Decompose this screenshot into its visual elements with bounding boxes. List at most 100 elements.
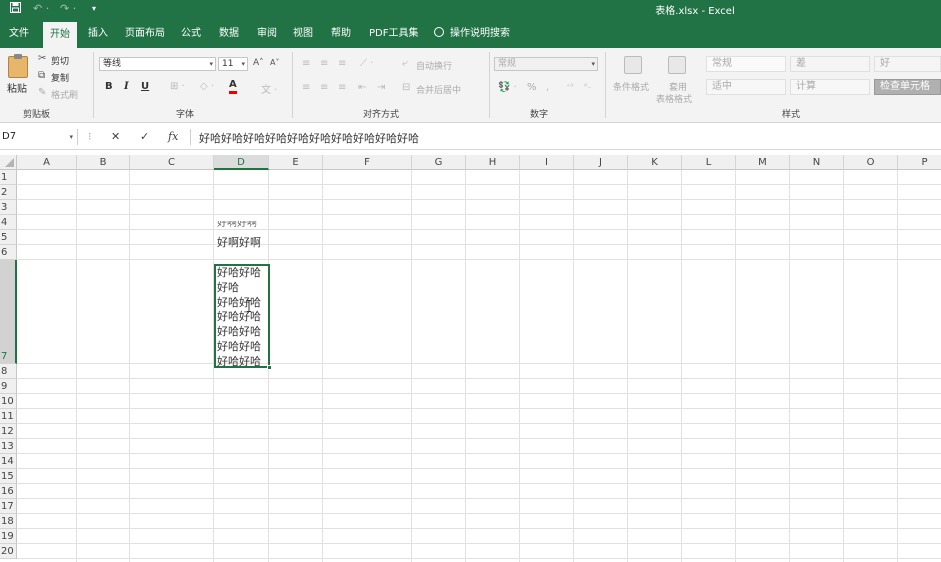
row-header-5[interactable]: 5 (0, 230, 17, 245)
copy-icon[interactable]: ⧉ (38, 70, 45, 81)
format-painter-icon[interactable]: ✎ (38, 87, 46, 98)
increase-indent-icon[interactable]: ⇥ (377, 82, 385, 93)
cut-button[interactable]: 剪切 (51, 54, 69, 67)
paste-icon[interactable] (8, 54, 28, 78)
decrease-font-icon[interactable]: A˅ (270, 58, 279, 67)
underline-button[interactable]: U (141, 81, 149, 92)
column-header-m[interactable]: M (736, 155, 790, 170)
column-header-h[interactable]: H (466, 155, 520, 170)
column-header-n[interactable]: N (790, 155, 844, 170)
fill-color-icon[interactable]: ◇ · (200, 81, 214, 92)
align-bottom-icon[interactable]: ≡ (338, 58, 346, 69)
currency-icon[interactable]: 💱 · (498, 82, 517, 93)
decrease-decimal-icon[interactable]: ⁰₋ (584, 82, 591, 91)
row-header-15[interactable]: 15 (0, 469, 17, 484)
paste-button[interactable]: 粘贴 (7, 80, 27, 95)
column-header-p[interactable]: P (898, 155, 941, 170)
wrap-text-button[interactable]: 自动换行 (416, 59, 452, 72)
merge-center-button[interactable]: 合并后居中 (416, 83, 461, 96)
column-header-g[interactable]: G (412, 155, 466, 170)
style-bad[interactable]: 差 (790, 56, 870, 72)
wrap-text-icon[interactable]: ⤶ (402, 58, 408, 69)
column-header-l[interactable]: L (682, 155, 736, 170)
table-format-icon[interactable] (668, 56, 686, 74)
tab-help[interactable]: 帮助 (324, 19, 358, 48)
font-color-button[interactable]: A (229, 79, 237, 94)
enter-icon[interactable]: ✓ (140, 130, 149, 143)
percent-button[interactable]: % (527, 82, 537, 93)
align-left-icon[interactable]: ≡ (302, 82, 310, 93)
style-calculation[interactable]: 计算 (790, 79, 870, 95)
row-header-6[interactable]: 6 (0, 245, 17, 260)
row-header-16[interactable]: 16 (0, 484, 17, 499)
increase-font-icon[interactable]: A˄ (253, 58, 264, 68)
column-header-f[interactable]: F (323, 155, 412, 170)
style-neutral[interactable]: 适中 (706, 79, 786, 95)
scissors-icon[interactable]: ✂ (38, 53, 46, 64)
row-header-2[interactable]: 2 (0, 185, 17, 200)
column-header-k[interactable]: K (628, 155, 682, 170)
row-header-13[interactable]: 13 (0, 439, 17, 454)
bold-button[interactable]: B (105, 81, 113, 92)
column-header-d[interactable]: D (214, 155, 269, 170)
column-header-j[interactable]: J (574, 155, 628, 170)
cell-d4[interactable]: 好啊好啊 (217, 221, 257, 230)
conditional-format-button[interactable]: 条件格式 (613, 80, 649, 93)
align-center-icon[interactable]: ≡ (320, 82, 328, 93)
phonetic-icon[interactable]: 文 · (261, 81, 277, 96)
column-header-o[interactable]: O (844, 155, 898, 170)
row-header-14[interactable]: 14 (0, 454, 17, 469)
orientation-icon[interactable]: ⟋ · (360, 58, 373, 69)
table-format-button-line2[interactable]: 表格格式 (656, 92, 692, 105)
formula-input[interactable]: 好哈好哈好哈好哈好哈好哈好哈好哈好哈好哈 (199, 130, 419, 146)
row-header-7[interactable]: 7 (0, 260, 17, 364)
format-painter-button[interactable]: 格式刷 (51, 88, 78, 101)
tab-view[interactable]: 视图 (286, 19, 320, 48)
italic-button[interactable]: I (124, 81, 129, 92)
conditional-format-icon[interactable] (624, 56, 642, 74)
style-check-cell[interactable]: 检查单元格 (874, 79, 941, 95)
copy-button[interactable]: 复制 (51, 71, 69, 84)
align-right-icon[interactable]: ≡ (338, 82, 346, 93)
tab-file[interactable]: 文件 (2, 19, 36, 48)
column-header-e[interactable]: E (269, 155, 323, 170)
row-header-11[interactable]: 11 (0, 409, 17, 424)
comma-icon[interactable]: , (546, 82, 549, 93)
insert-function-icon[interactable]: fx (168, 130, 178, 143)
tab-formulas[interactable]: 公式 (174, 19, 208, 48)
cell-d5[interactable]: 好啊好啊 (217, 235, 261, 250)
row-header-20[interactable]: 20 (0, 544, 17, 559)
column-header-i[interactable]: I (520, 155, 574, 170)
row-header-19[interactable]: 19 (0, 529, 17, 544)
increase-decimal-icon[interactable]: ⁺⁰ (566, 82, 573, 91)
align-top-icon[interactable]: ≡ (302, 58, 310, 69)
tab-home[interactable]: 开始 (43, 22, 77, 48)
style-normal[interactable]: 常规 (706, 56, 786, 72)
tab-data[interactable]: 数据 (212, 19, 246, 48)
font-name-select[interactable]: 等线 ▾ (99, 57, 216, 71)
decrease-indent-icon[interactable]: ⇤ (358, 82, 366, 93)
style-good[interactable]: 好 (874, 56, 941, 72)
merge-icon[interactable]: ⊟ (402, 82, 410, 93)
row-header-12[interactable]: 12 (0, 424, 17, 439)
tab-review[interactable]: 审阅 (250, 19, 284, 48)
tell-me-search[interactable]: 操作说明搜索 (434, 19, 510, 48)
row-header-18[interactable]: 18 (0, 514, 17, 529)
column-header-c[interactable]: C (130, 155, 214, 170)
row-header-17[interactable]: 17 (0, 499, 17, 514)
row-header-9[interactable]: 9 (0, 379, 17, 394)
number-format-select[interactable]: 常规 ▾ (494, 57, 598, 71)
tab-page-layout[interactable]: 页面布局 (118, 19, 172, 48)
row-header-10[interactable]: 10 (0, 394, 17, 409)
tab-pdf-tools[interactable]: PDF工具集 (362, 19, 425, 48)
name-box[interactable]: D7 ▾ (0, 129, 78, 145)
column-header-a[interactable]: A (17, 155, 77, 170)
font-size-select[interactable]: 11 ▾ (218, 57, 248, 71)
spreadsheet-grid[interactable]: A B C D E F G H I J K L M N O P 1 2 3 4 5 6 7 8 9 10 11 12 13 14 15 16 1… (0, 155, 941, 562)
cancel-icon[interactable]: ✕ (111, 130, 120, 143)
row-header-8[interactable]: 8 (0, 364, 17, 379)
row-header-4[interactable]: 4 (0, 215, 17, 230)
row-header-3[interactable]: 3 (0, 200, 17, 215)
select-all-icon[interactable] (0, 155, 17, 170)
row-header-1[interactable]: 1 (0, 170, 17, 185)
